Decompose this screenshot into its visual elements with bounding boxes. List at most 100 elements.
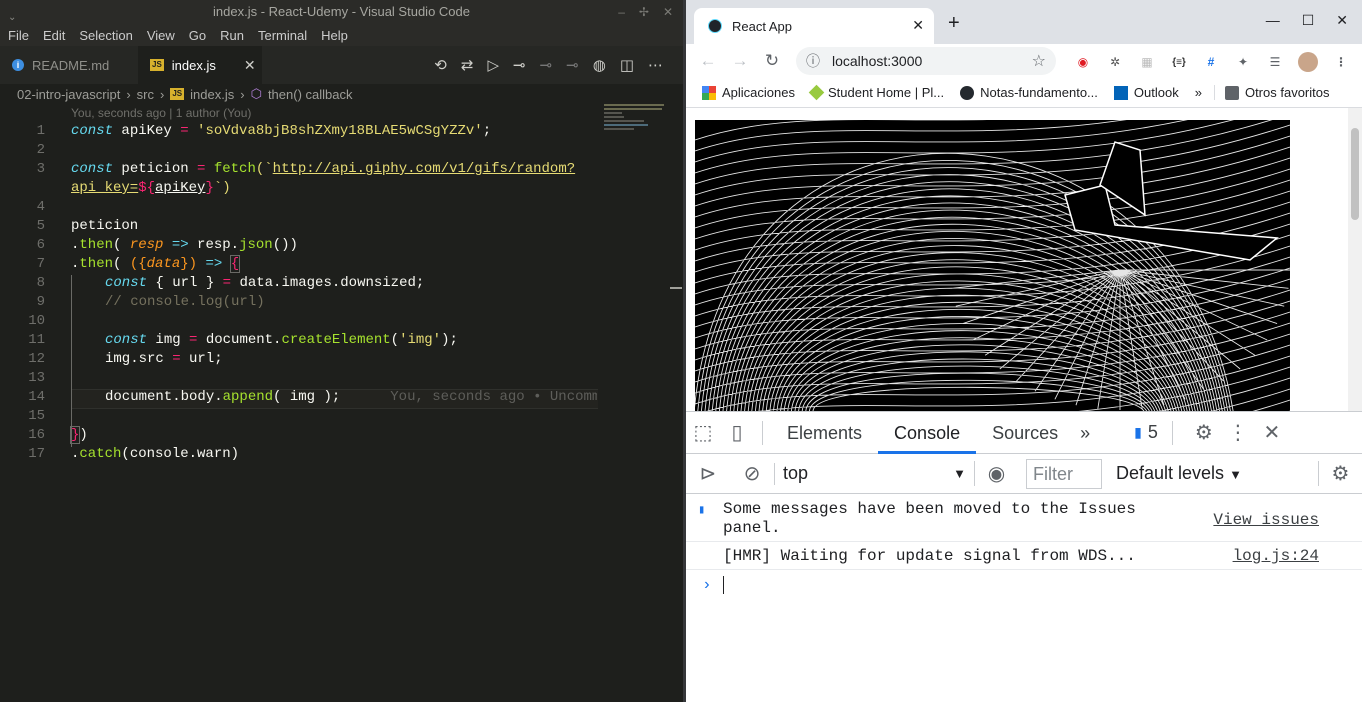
menu-terminal[interactable]: Terminal [258,28,307,43]
issues-badge[interactable]: ▮ 5 [1134,422,1158,443]
profile-avatar[interactable] [1298,52,1318,72]
more-actions-icon[interactable]: ⋯ [648,56,663,74]
clear-console-icon[interactable]: ⊘ [730,461,774,486]
line-number: 15 [28,408,45,424]
code-line: const img = document.createElement('img'… [105,332,458,348]
more-tabs-icon[interactable]: » [1074,412,1096,454]
context-selector[interactable]: top ▼ [774,462,974,485]
tab-sources[interactable]: Sources [976,412,1074,454]
code-line: img.src = url; [105,351,223,367]
bookmark-other-folder[interactable]: Otros favoritos [1213,85,1329,100]
line-number: 6 [36,237,45,253]
grid-extension-icon[interactable]: # [1202,53,1220,71]
reload-icon[interactable]: ↻ [756,51,788,71]
bookmarks-overflow-icon[interactable]: » [1195,85,1202,100]
view-issues-link[interactable]: View issues [1213,511,1319,529]
menu-view[interactable]: View [147,28,175,43]
close-icon[interactable]: ✕ [663,0,673,24]
tab-index-js[interactable]: JS index.js ✕ [138,46,262,84]
more-options-icon[interactable]: ⋮ [1221,420,1255,445]
bookmark-star-icon[interactable]: ☆ [1032,51,1046,71]
puzzle-icon[interactable]: ✦ [1234,53,1252,71]
extensions: ◉ ✲ ▦ {≡} # ✦ ☰ ⋮ [1074,52,1350,72]
dropdown-arrow-icon: ▼ [953,465,966,481]
menu-file[interactable]: File [8,28,29,43]
console-settings-gear-icon[interactable]: ⚙ [1318,461,1362,486]
minimize-icon[interactable]: – [618,0,625,24]
breadcrumb-folder[interactable]: 02-intro-javascript [17,87,120,102]
settings-gear-icon[interactable]: ⚙ [1187,420,1221,445]
filter-input[interactable]: Filter [1026,458,1102,489]
forward-icon[interactable]: → [724,51,756,71]
tab-elements[interactable]: Elements [771,412,878,454]
device-toolbar-icon[interactable]: ▯ [720,420,754,445]
line-art-graphic [695,120,1290,411]
sidebar-toggle-icon[interactable]: ⊳ [686,461,730,486]
menu-run[interactable]: Run [220,28,244,43]
scrollbar-thumb[interactable] [1351,128,1359,220]
maximize-icon[interactable]: ✢ [639,0,649,24]
code-line: document.body.append( img ); You, seconds… [105,389,597,405]
symbol-method-icon: ⬡ [250,86,262,101]
git-commit-icon[interactable]: ⊸ [513,56,526,74]
source-link[interactable]: log.js:24 [1233,547,1319,565]
tab-close-icon[interactable]: ✕ [912,17,924,34]
bookmark-outlook[interactable]: Outlook [1113,85,1179,100]
breadcrumb-symbol[interactable]: then() callback [268,87,353,102]
bookmark-apps[interactable]: Aplicaciones [702,85,795,100]
tab-strip: React App ✕ + — ☐ ✕ [686,0,1362,44]
live-expression-eye-icon[interactable]: ◉ [974,461,1018,486]
page-scrollbar[interactable] [1348,108,1362,411]
line-number: 12 [28,351,45,367]
tab-close-icon[interactable]: ✕ [244,57,256,74]
menu-edit[interactable]: Edit [43,28,65,43]
menu-go[interactable]: Go [189,28,206,43]
browser-tab[interactable]: React App ✕ [694,8,934,44]
git-lens-icon[interactable]: ◍ [593,56,606,74]
inspect-element-icon[interactable]: ⬚ [686,420,720,445]
console-input[interactable] [723,576,724,594]
code-line: .then( resp => resp.json()) [71,237,298,253]
menu-help[interactable]: Help [321,28,348,43]
codelens-blame[interactable]: You, seconds ago | 1 author (You) [71,106,251,120]
back-icon[interactable]: ← [692,51,724,71]
new-tab-icon[interactable]: + [948,12,960,35]
message-icon: ▮ [698,503,706,517]
bug-extension-icon[interactable]: ✲ [1106,53,1124,71]
line-number: 9 [36,294,45,310]
site-info-icon[interactable]: ⓘ [806,51,820,71]
tab-console[interactable]: Console [878,412,977,454]
split-editor-icon[interactable]: ◫ [620,56,634,74]
close-icon[interactable]: ✕ [1336,12,1348,29]
opera-extension-icon[interactable]: ◉ [1074,53,1092,71]
platzi-icon [808,84,825,101]
info-icon: i [12,59,24,71]
compare-changes-icon[interactable]: ⇄ [461,56,474,74]
run-icon[interactable]: ▷ [487,56,499,74]
address-bar[interactable]: ⓘ localhost:3000 ☆ [796,47,1056,75]
code-line: }) [69,426,88,444]
history-icon[interactable]: ⟲ [434,56,447,74]
bookmark-github-notes[interactable]: Notas-fundamento... [960,85,1098,100]
message-text: Some messages have been moved to the Iss… [723,500,1136,518]
bookmark-student-home[interactable]: Student Home | Pl... [808,84,944,101]
media-queue-icon[interactable]: ☰ [1266,53,1284,71]
previous-change-icon[interactable]: ⊸ [540,56,553,74]
minimize-icon[interactable]: — [1266,12,1280,29]
extension-icon[interactable]: ▦ [1138,53,1156,71]
maximize-icon[interactable]: ☐ [1302,12,1315,29]
breadcrumb-file[interactable]: index.js [190,87,234,102]
url-text: localhost:3000 [832,53,923,69]
minimap[interactable] [604,104,668,144]
breadcrumb-subfolder[interactable]: src [137,87,154,102]
log-levels-dropdown[interactable]: Default levels ▼ [1116,463,1242,484]
menu-selection[interactable]: Selection [79,28,132,43]
more-menu-icon[interactable]: ⋮ [1332,53,1350,71]
tab-readme[interactable]: i README.md [0,46,138,84]
close-devtools-icon[interactable]: ✕ [1255,420,1289,445]
bookmark-label: Outlook [1133,85,1179,100]
json-viewer-icon[interactable]: {≡} [1170,53,1188,71]
next-change-icon[interactable]: ⊸ [566,56,579,74]
chevron-right-icon: › [126,86,131,102]
code-line: // console.log(url) [105,294,265,310]
